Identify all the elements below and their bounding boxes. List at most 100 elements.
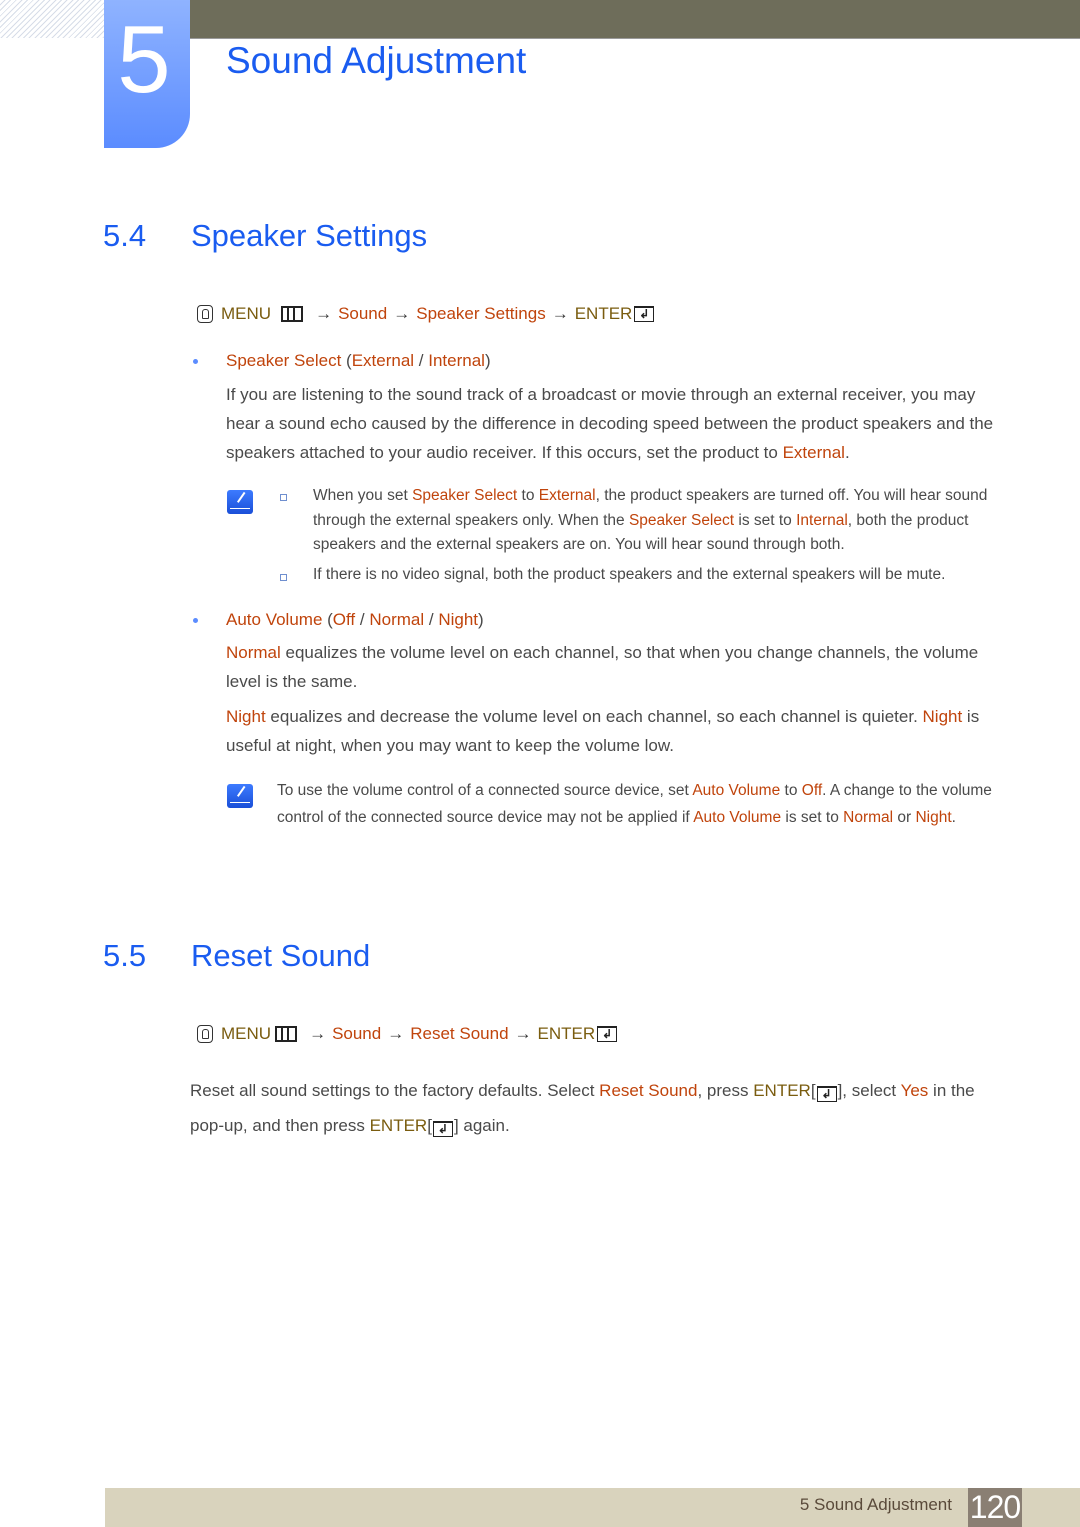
menu-path-reset-sound: MENU → Sound → Reset Sound → ENTER ↲	[197, 1024, 618, 1044]
option-value-night: Night	[438, 610, 478, 629]
note-pencil-icon	[227, 784, 253, 808]
auto-volume-normal-description: Normal equalizes the volume level on eac…	[226, 638, 1006, 696]
option-label: Speaker Select	[226, 351, 342, 370]
enter-key-icon: ↲	[816, 1086, 837, 1102]
note-auto-volume: To use the volume control of a connected…	[277, 778, 1007, 831]
arrow-icon: →	[309, 1024, 327, 1043]
option-value-off: Off	[332, 610, 356, 629]
enter-key-icon: ↲	[432, 1121, 453, 1137]
highlight: Auto Volume	[692, 782, 781, 799]
note-text: is set to	[781, 808, 844, 826]
note-text: When you set	[313, 487, 413, 504]
note-text: To use the volume control of a connected…	[277, 782, 693, 799]
menu-step-sound: Sound	[332, 1024, 382, 1043]
highlight: Speaker Select	[412, 487, 518, 504]
paren: (	[322, 610, 333, 629]
enter-label: ENTER	[753, 1081, 811, 1100]
description-text: equalizes and decrease the volume level …	[265, 707, 923, 726]
arrow-icon: →	[315, 304, 333, 323]
note-text: to	[517, 487, 539, 504]
menu-grid-icon	[281, 306, 304, 322]
section-title: Speaker Settings	[191, 218, 428, 253]
description-text: Reset all sound settings to the factory …	[190, 1081, 600, 1100]
description-text: .	[844, 443, 850, 462]
arrow-icon: →	[393, 304, 411, 323]
section-number: 5.5	[103, 938, 147, 973]
note-pencil-icon	[227, 490, 253, 514]
bullet-icon	[193, 359, 198, 364]
remote-hand-icon	[197, 1025, 213, 1043]
remote-hand-icon	[197, 305, 213, 323]
header-bar	[190, 0, 1080, 39]
bullet-icon	[193, 618, 198, 623]
highlight: Normal	[843, 808, 894, 826]
menu-step-sound: Sound	[338, 304, 388, 323]
note-text: or	[893, 808, 916, 826]
footer-chapter-label: 5 Sound Adjustment	[799, 1495, 952, 1514]
separator: /	[414, 351, 429, 370]
paren: )	[484, 351, 491, 370]
chapter-title: Sound Adjustment	[226, 40, 527, 81]
description-text: equalizes the volume level on each chann…	[226, 643, 979, 691]
speaker-select-description: If you are listening to the sound track …	[226, 380, 1006, 467]
highlight-night: Night	[226, 707, 266, 726]
highlight: Off	[801, 782, 823, 799]
page-footer: 5 Sound Adjustment	[105, 1488, 1080, 1527]
menu-step-reset-sound: Reset Sound	[410, 1024, 509, 1043]
description-text: If you are listening to the sound track …	[226, 385, 994, 462]
enter-label: ENTER	[537, 1024, 596, 1043]
square-bullet-icon	[280, 574, 287, 581]
paren: (	[341, 351, 352, 370]
square-bullet-icon	[280, 494, 287, 501]
note-speaker-select: When you set Speaker Select to External,…	[313, 484, 1008, 558]
arrow-icon: →	[551, 304, 569, 323]
arrow-icon: →	[387, 1024, 405, 1043]
separator: /	[424, 610, 439, 629]
option-value-normal: Normal	[369, 610, 425, 629]
menu-label: MENU	[221, 304, 272, 323]
enter-key-icon: ↲	[634, 306, 655, 322]
auto-volume-night-description: Night equalizes and decrease the volume …	[226, 702, 1006, 760]
description-text: , press	[697, 1081, 754, 1100]
highlight: Auto Volume	[693, 808, 782, 826]
reset-sound-description: Reset all sound settings to the factory …	[190, 1073, 1000, 1143]
option-speaker-select: Speaker Select (External / Internal)	[193, 351, 491, 371]
highlight: Night	[915, 808, 952, 826]
arrow-icon: →	[514, 1024, 532, 1043]
highlight: Speaker Select	[628, 511, 735, 529]
section-title: Reset Sound	[191, 938, 371, 973]
bracket: [	[427, 1116, 432, 1135]
menu-label: MENU	[221, 1024, 272, 1043]
description-text: ], select	[837, 1081, 901, 1100]
enter-label: ENTER	[369, 1116, 428, 1135]
bracket: [	[810, 1081, 816, 1100]
note-no-video-signal: If there is no video signal, both the pr…	[313, 566, 946, 583]
menu-grid-icon	[275, 1026, 298, 1042]
note-text: .	[951, 808, 956, 826]
highlight: Internal	[796, 511, 848, 529]
highlight-external: External	[782, 443, 845, 462]
option-value-internal: Internal	[428, 351, 485, 370]
chapter-tab: 5	[104, 0, 190, 148]
highlight-reset-sound: Reset Sound	[599, 1081, 698, 1100]
option-auto-volume: Auto Volume (Off / Normal / Night)	[193, 610, 484, 630]
page-number: 120	[968, 1488, 1022, 1527]
paren: )	[478, 610, 484, 629]
option-label: Auto Volume	[226, 610, 323, 629]
note-text: to	[780, 782, 802, 799]
menu-path-speaker-settings: MENU → Sound → Speaker Settings → ENTER …	[197, 304, 655, 324]
enter-key-icon: ↲	[597, 1026, 618, 1042]
separator: /	[355, 610, 370, 629]
enter-label: ENTER	[574, 304, 633, 323]
chapter-number: 5	[117, 6, 171, 113]
note-text: is set to	[734, 511, 797, 529]
section-number: 5.4	[103, 218, 147, 253]
menu-step-speaker-settings: Speaker Settings	[416, 304, 546, 323]
description-text: ] again.	[453, 1116, 510, 1135]
header-hatch-decoration	[0, 0, 104, 38]
highlight-normal: Normal	[226, 643, 281, 662]
highlight: External	[538, 487, 596, 504]
option-value-external: External	[351, 351, 415, 370]
highlight-yes: Yes	[900, 1081, 929, 1100]
highlight-night: Night	[922, 707, 963, 726]
